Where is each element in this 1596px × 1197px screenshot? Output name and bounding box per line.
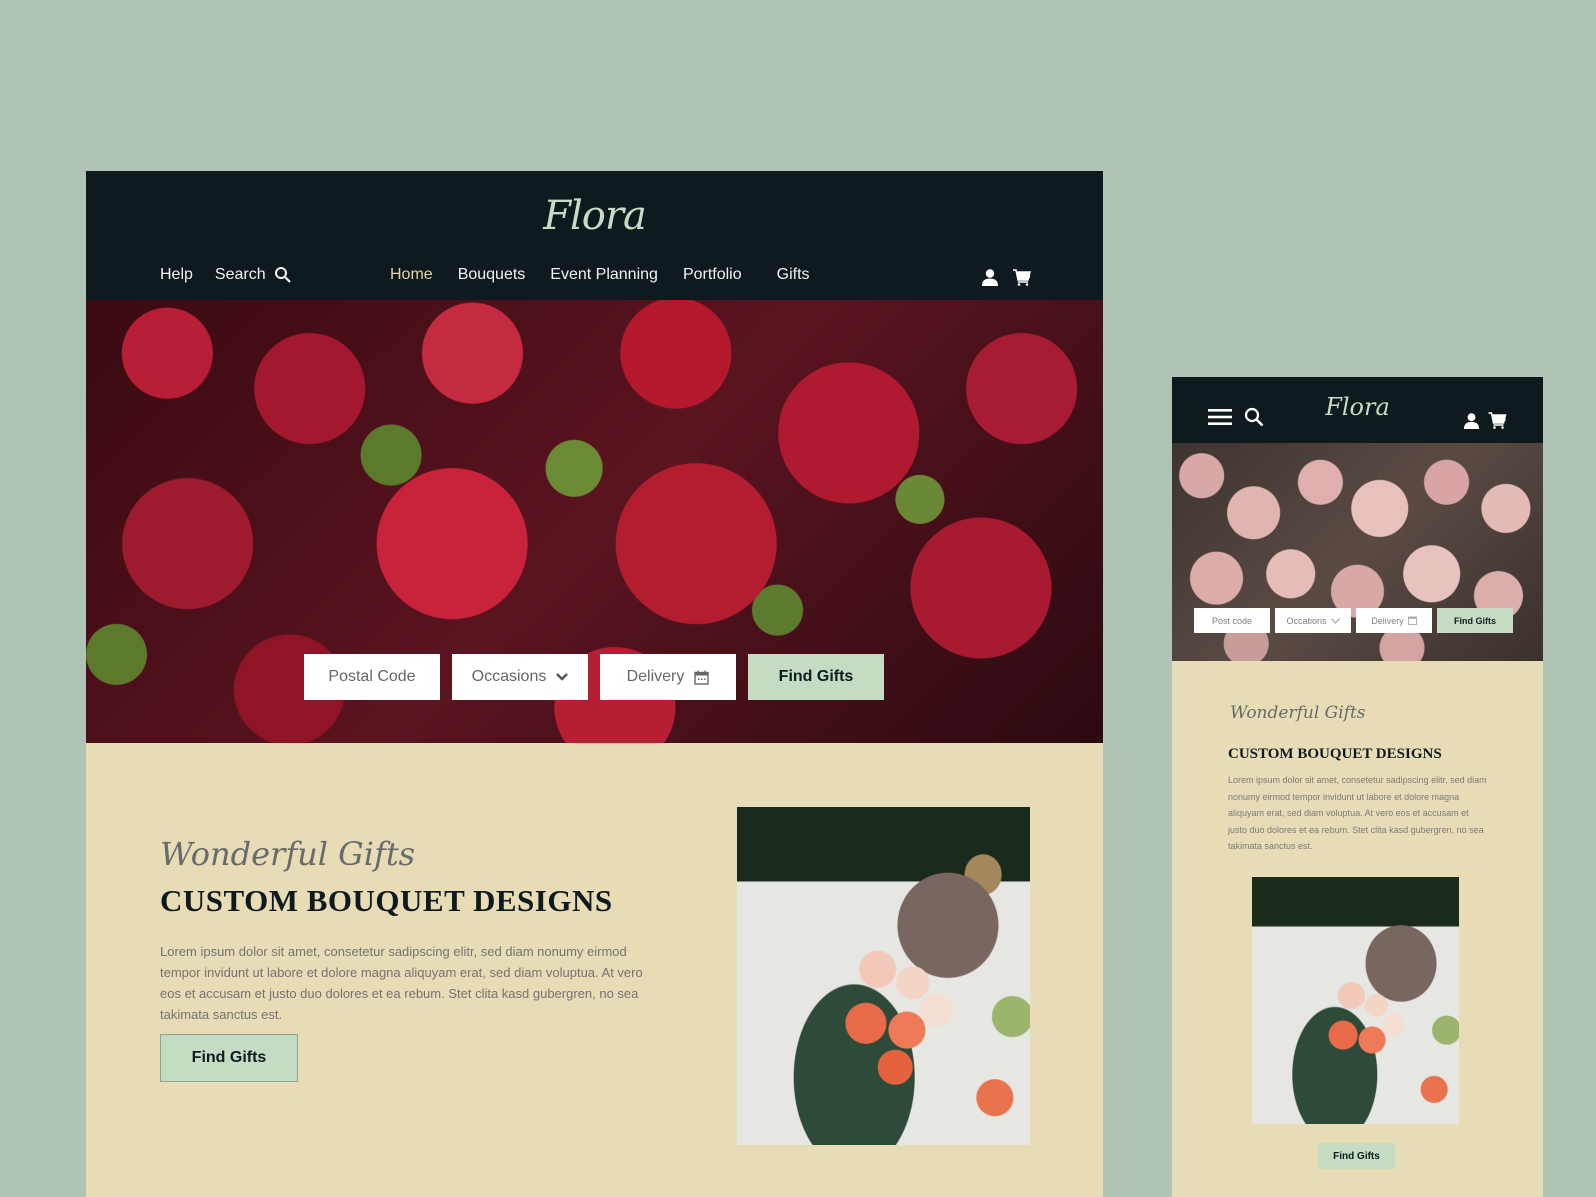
utility-nav: Help Search <box>160 266 292 284</box>
nav-bouquets[interactable]: Bouquets <box>458 266 526 284</box>
cart-icon[interactable] <box>1013 268 1031 286</box>
delivery-label: Delivery <box>1371 615 1404 626</box>
find-gifts-submit-button[interactable]: Find Gifts <box>748 654 884 700</box>
occasions-dropdown[interactable]: Occasions <box>452 654 588 700</box>
nav-gifts[interactable]: Gifts <box>777 266 810 284</box>
site-header: Flora Help Search Home Bouquets Event Pl… <box>86 171 1103 300</box>
chevron-down-icon <box>556 673 569 681</box>
search-label: Search <box>214 266 266 283</box>
user-icon[interactable] <box>981 268 999 286</box>
occasions-dropdown[interactable]: Occations <box>1275 608 1351 633</box>
nav-event-planning[interactable]: Event Planning <box>550 266 658 284</box>
mobile-gift-search-form: Post code Occations Delivery Find Gifts <box>1194 608 1513 633</box>
post-code-input[interactable]: Post code <box>1194 608 1270 633</box>
header-actions <box>981 268 1031 286</box>
main-nav: Home Bouquets Event Planning Portfolio G… <box>390 266 810 284</box>
mobile-bouquet-photo <box>1252 877 1459 1124</box>
mobile-section-body: Lorem ipsum dolor sit amet, consetetur s… <box>1228 775 1487 851</box>
search-link[interactable]: Search <box>215 266 292 284</box>
occasions-label: Occations <box>1286 615 1327 626</box>
nav-portfolio[interactable]: Portfolio <box>683 266 742 284</box>
nav-home[interactable]: Home <box>390 266 433 284</box>
mobile-find-gifts-button[interactable]: Find Gifts <box>1318 1143 1395 1169</box>
chevron-down-icon <box>1330 617 1340 624</box>
postal-code-placeholder: Postal Code <box>328 668 416 685</box>
mobile-section-tagline: Wonderful Gifts <box>1230 703 1366 723</box>
mobile-header-actions <box>1463 411 1507 429</box>
help-link[interactable]: Help <box>160 266 193 284</box>
find-gifts-button[interactable]: Find Gifts <box>160 1034 298 1082</box>
delivery-date-picker[interactable]: Delivery <box>1356 608 1432 633</box>
section-tagline: Wonderful Gifts <box>160 835 416 873</box>
find-gifts-submit-button[interactable]: Find Gifts <box>1437 608 1513 633</box>
occasions-label: Occasions <box>471 668 547 685</box>
user-icon[interactable] <box>1463 412 1480 429</box>
cart-icon[interactable] <box>1488 411 1507 429</box>
search-icon <box>274 267 291 283</box>
section-body: Lorem ipsum dolor sit amet, consetetur s… <box>160 944 643 1022</box>
mobile-header: Flora <box>1172 377 1543 443</box>
bouquet-photo <box>737 807 1030 1145</box>
mobile-mockup: Flora Post code Occations Delivery Find … <box>1172 377 1543 1197</box>
delivery-date-picker[interactable]: Delivery <box>600 654 736 700</box>
calendar-icon <box>694 670 710 685</box>
section-title: CUSTOM BOUQUET DESIGNS <box>160 883 613 918</box>
postal-code-input[interactable]: Postal Code <box>304 654 440 700</box>
logo[interactable]: Flora <box>86 193 1103 239</box>
feature-section: Wonderful Gifts CUSTOM BOUQUET DESIGNS L… <box>86 743 1103 1197</box>
calendar-icon <box>1407 616 1417 625</box>
mobile-section-title: CUSTOM BOUQUET DESIGNS <box>1228 746 1442 762</box>
delivery-label: Delivery <box>626 668 685 685</box>
gift-search-form: Postal Code Occasions Delivery Find Gift… <box>304 654 884 700</box>
post-code-placeholder: Post code <box>1211 615 1253 626</box>
